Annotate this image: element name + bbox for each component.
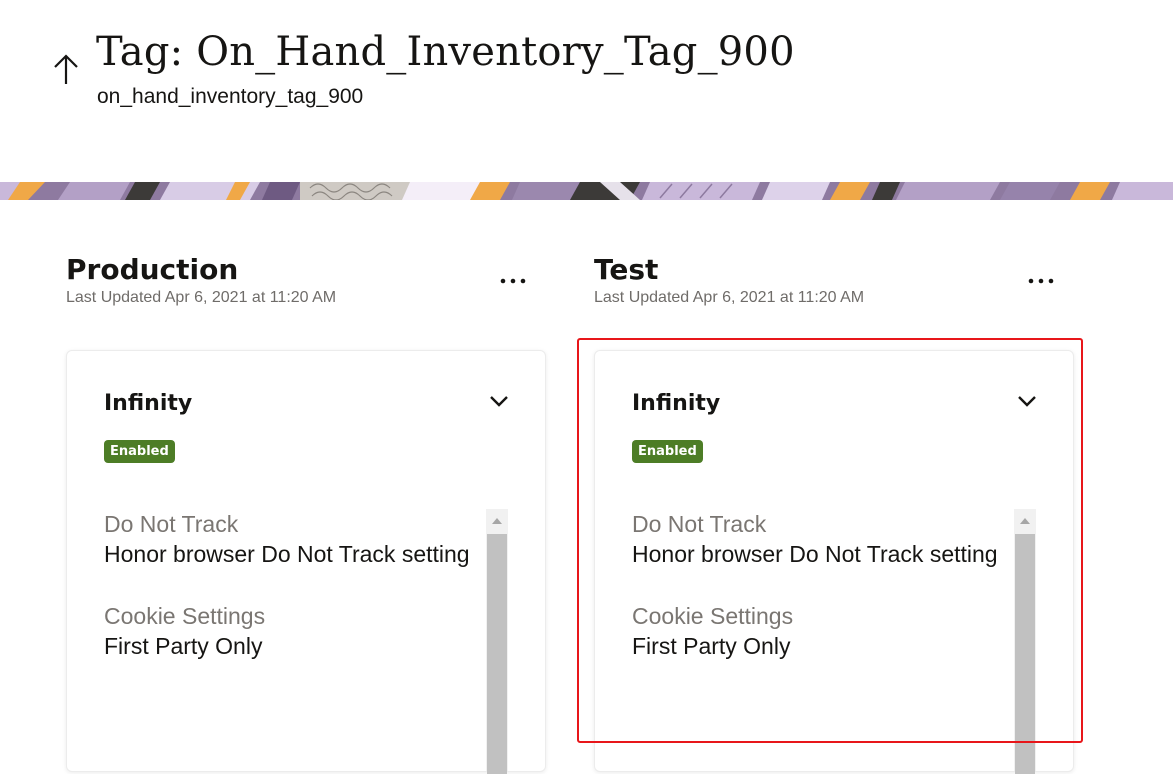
page-title: Tag: On_Hand_Inventory_Tag_900 <box>96 29 795 75</box>
scrollbar[interactable] <box>486 509 508 774</box>
arrow-up-icon <box>54 54 78 84</box>
settings-list: Do Not Track Honor browser Do Not Track … <box>632 509 1002 693</box>
caret-up-icon <box>1020 518 1030 524</box>
scroll-up-button[interactable] <box>1014 509 1036 533</box>
ellipsis-icon <box>500 278 526 284</box>
last-updated-text: Last Updated Apr 6, 2021 at 11:20 AM <box>66 289 337 306</box>
scrollbar-thumb[interactable] <box>1015 534 1035 774</box>
more-options-button[interactable] <box>1022 266 1062 296</box>
status-badge: Enabled <box>632 440 703 463</box>
settings-list: Do Not Track Honor browser Do Not Track … <box>104 509 474 693</box>
expand-button[interactable] <box>1013 389 1041 413</box>
page-header: Tag: On_Hand_Inventory_Tag_900 on_hand_i… <box>0 0 1173 182</box>
setting-item: Cookie Settings First Party Only <box>632 601 1002 661</box>
scrollbar-thumb[interactable] <box>487 534 507 774</box>
card-title: Infinity <box>632 391 721 416</box>
setting-label: Cookie Settings <box>104 603 266 629</box>
setting-value: First Party Only <box>632 633 791 659</box>
tag-config-card-test: Infinity Enabled Do Not Track Honor brow… <box>594 350 1074 774</box>
setting-value: Honor browser Do Not Track setting <box>632 541 998 567</box>
setting-item: Do Not Track Honor browser Do Not Track … <box>632 509 1002 569</box>
ellipsis-icon <box>1028 278 1054 284</box>
setting-label: Do Not Track <box>104 511 239 537</box>
setting-label: Do Not Track <box>632 511 767 537</box>
chevron-down-icon <box>490 396 508 407</box>
environment-title: Production <box>66 253 239 286</box>
caret-up-icon <box>492 518 502 524</box>
setting-value: First Party Only <box>104 633 263 659</box>
last-updated-text: Last Updated Apr 6, 2021 at 11:20 AM <box>594 289 865 306</box>
setting-item: Do Not Track Honor browser Do Not Track … <box>104 509 474 569</box>
scrollbar[interactable] <box>1014 509 1036 774</box>
page-subtitle: on_hand_inventory_tag_900 <box>97 85 364 108</box>
decorative-banner <box>0 182 1173 200</box>
card-title: Infinity <box>104 391 193 416</box>
setting-value: Honor browser Do Not Track setting <box>104 541 470 567</box>
tag-config-card-production: Infinity Enabled Do Not Track Honor brow… <box>66 350 546 774</box>
environment-title: Test <box>594 253 659 286</box>
chevron-down-icon <box>1018 396 1036 407</box>
more-options-button[interactable] <box>494 266 534 296</box>
setting-label: Cookie Settings <box>632 603 794 629</box>
scroll-up-button[interactable] <box>486 509 508 533</box>
back-button[interactable] <box>50 48 82 88</box>
expand-button[interactable] <box>485 389 513 413</box>
status-badge: Enabled <box>104 440 175 463</box>
setting-item: Cookie Settings First Party Only <box>104 601 474 661</box>
